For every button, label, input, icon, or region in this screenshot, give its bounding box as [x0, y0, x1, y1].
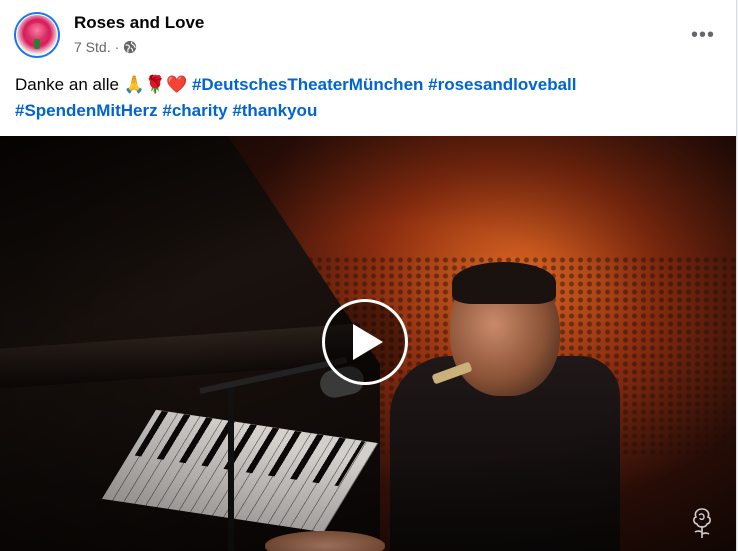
- more-options-button[interactable]: •••: [686, 18, 720, 52]
- rose-outline-icon: [693, 508, 711, 538]
- caption-emojis: 🙏🌹❤️: [123, 75, 188, 95]
- play-button[interactable]: [322, 299, 408, 385]
- hashtag-link[interactable]: #SpendenMitHerz: [15, 101, 158, 120]
- post-meta: 7 Std. ·: [74, 39, 137, 55]
- page-name-link[interactable]: Roses and Love: [74, 13, 204, 33]
- post-card: Roses and Love 7 Std. · ••• Danke an all…: [0, 0, 737, 551]
- timestamp-link[interactable]: 7 Std.: [74, 39, 111, 55]
- meta-separator: ·: [114, 39, 120, 55]
- globe-icon[interactable]: [123, 40, 137, 54]
- hashtag-link[interactable]: #DeutschesTheaterMünchen: [192, 75, 423, 94]
- hashtag-link[interactable]: #rosesandloveball: [428, 75, 576, 94]
- avatar[interactable]: [14, 12, 60, 58]
- rose-avatar-image: [16, 14, 58, 56]
- post-header: Roses and Love 7 Std. · •••: [14, 12, 724, 62]
- post-caption: Danke an alle 🙏🌹❤️ #DeutschesTheaterMünc…: [15, 72, 715, 123]
- more-icon: •••: [690, 23, 715, 46]
- hashtag-link[interactable]: #thankyou: [232, 101, 317, 120]
- hashtag-link[interactable]: #charity: [162, 101, 227, 120]
- video-player[interactable]: [0, 136, 736, 551]
- caption-text: Danke an alle: [15, 75, 119, 94]
- play-icon: [353, 324, 383, 360]
